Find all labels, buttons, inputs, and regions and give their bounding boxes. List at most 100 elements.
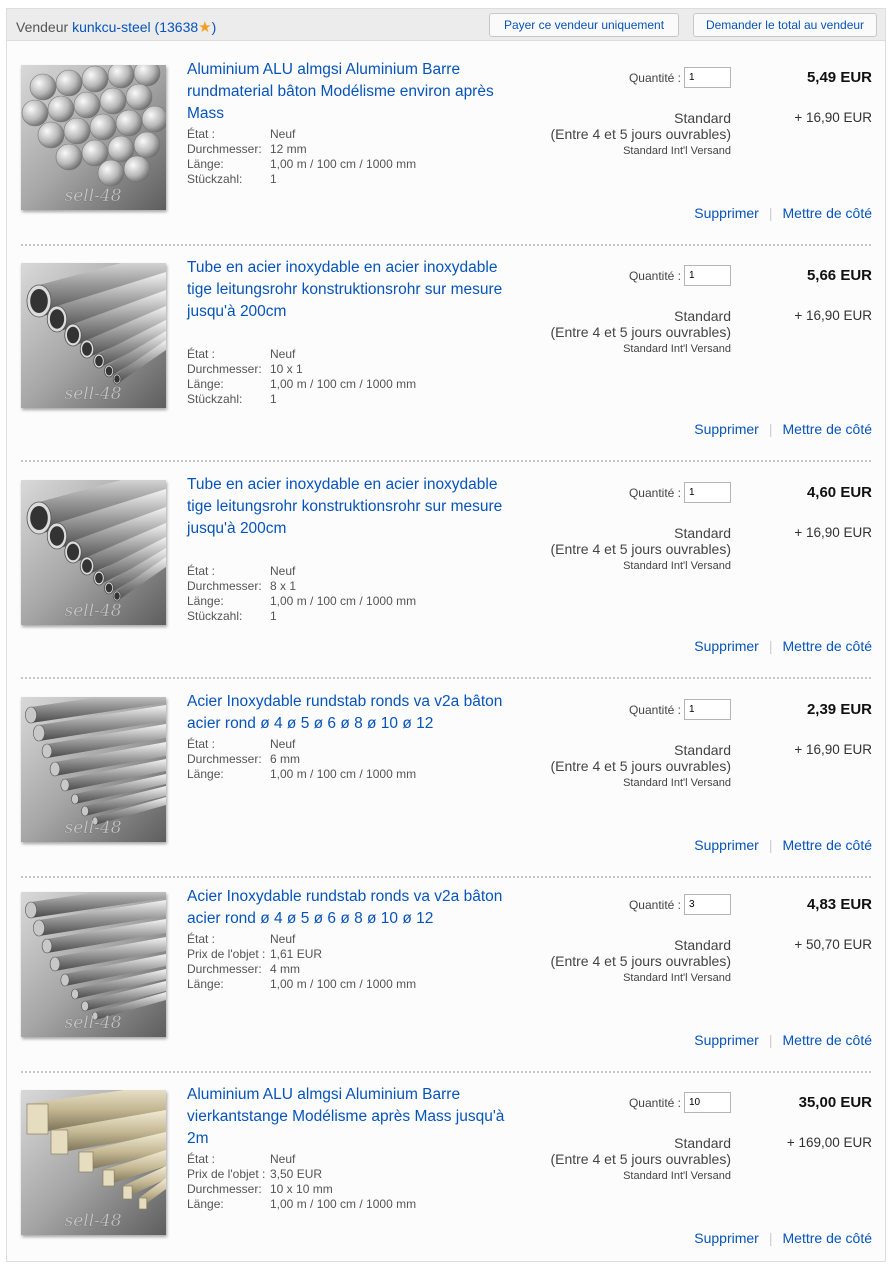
remove-link[interactable]: Supprimer xyxy=(694,1230,759,1246)
shipping-info: Standard (Entre 4 et 5 jours ouvrables) … xyxy=(471,308,731,358)
quantity-input[interactable] xyxy=(684,699,731,720)
spec-label: Länge: xyxy=(187,977,224,991)
spec-value: Neuf xyxy=(270,564,296,578)
save-for-later-link[interactable]: Mettre de côté xyxy=(783,1032,873,1048)
spec-row: Durchmesser: 6 mm xyxy=(187,752,517,767)
spec-row: Durchmesser: 10 x 1 xyxy=(187,362,517,377)
cart-item: sell-48 Tube en acier inoxydable en acie… xyxy=(7,466,885,679)
square-bars-icon: sell-48 xyxy=(21,1090,166,1235)
action-separator: | xyxy=(768,421,773,437)
save-for-later-link[interactable]: Mettre de côté xyxy=(783,837,873,853)
quantity-input[interactable] xyxy=(684,1092,731,1113)
spec-row: Länge: 1,00 m / 100 cm / 1000 mm xyxy=(187,1197,517,1212)
item-title-link[interactable]: Tube en acier inoxydable en acier inoxyd… xyxy=(187,474,507,540)
item-thumbnail[interactable]: sell-48 xyxy=(21,480,166,625)
item-thumbnail[interactable]: sell-48 xyxy=(21,263,166,408)
quantity-input[interactable] xyxy=(684,67,731,88)
svg-text:sell-48: sell-48 xyxy=(64,186,121,206)
remove-link[interactable]: Supprimer xyxy=(694,837,759,853)
item-title-link[interactable]: Acier Inoxydable rundstab ronds va v2a b… xyxy=(187,691,507,735)
spec-row: Durchmesser: 4 mm xyxy=(187,962,517,977)
spec-value: 1 xyxy=(270,392,277,406)
seller-feedback-close: ) xyxy=(211,19,217,35)
spec-row: Länge: 1,00 m / 100 cm / 1000 mm xyxy=(187,594,517,609)
quantity-input[interactable] xyxy=(684,482,731,503)
spec-value: 1 xyxy=(270,609,277,623)
item-actions: Supprimer | Mettre de côté xyxy=(694,1032,872,1048)
shipping-intl: Standard Int'l Versand xyxy=(623,972,731,984)
save-for-later-link[interactable]: Mettre de côté xyxy=(783,421,873,437)
remove-link[interactable]: Supprimer xyxy=(694,205,759,221)
shipping-days: (Entre 4 et 5 jours ouvrables) xyxy=(550,324,731,340)
item-thumbnail[interactable]: sell-48 xyxy=(21,65,166,210)
shipping-method: Standard xyxy=(674,1135,731,1151)
item-divider xyxy=(21,677,871,679)
spec-row: État : Neuf xyxy=(187,737,517,752)
action-separator: | xyxy=(768,837,773,853)
item-title-link[interactable]: Aluminium ALU almgsi Aluminium Barre run… xyxy=(187,59,507,125)
item-thumbnail[interactable]: sell-48 xyxy=(21,697,166,842)
spec-label: État : xyxy=(187,564,216,578)
spec-value: 3,50 EUR xyxy=(270,1167,323,1181)
seller-cart-section: Vendeur kunkcu-steel (13638★) Payer ce v… xyxy=(6,8,886,1262)
shipping-info: Standard (Entre 4 et 5 jours ouvrables) … xyxy=(471,937,731,987)
remove-link[interactable]: Supprimer xyxy=(694,638,759,654)
item-title-link[interactable]: Acier Inoxydable rundstab ronds va v2a b… xyxy=(187,886,507,930)
seller-header: Vendeur kunkcu-steel (13638★) Payer ce v… xyxy=(7,9,885,41)
shipping-info: Standard (Entre 4 et 5 jours ouvrables) … xyxy=(471,110,731,160)
item-actions: Supprimer | Mettre de côté xyxy=(694,837,872,853)
request-total-button[interactable]: Demander le total au vendeur xyxy=(693,13,877,37)
spec-label: État : xyxy=(187,1152,216,1166)
item-title-link[interactable]: Aluminium ALU almgsi Aluminium Barre vie… xyxy=(187,1084,507,1150)
shipping-info: Standard (Entre 4 et 5 jours ouvrables) … xyxy=(471,742,731,792)
spec-label: Stückzahl: xyxy=(187,609,243,623)
seller-name-link[interactable]: kunkcu-steel xyxy=(72,19,151,35)
shipping-intl: Standard Int'l Versand xyxy=(623,560,731,572)
tubes-icon: sell-48 xyxy=(21,263,166,408)
shipping-cost: + 16,90 EUR xyxy=(794,308,872,323)
spec-row: Länge: 1,00 m / 100 cm / 1000 mm xyxy=(187,157,517,172)
item-actions: Supprimer | Mettre de côté xyxy=(694,638,872,654)
item-thumbnail[interactable]: sell-48 xyxy=(21,1090,166,1235)
spec-value: 1,61 EUR xyxy=(270,947,323,961)
spec-value: 8 x 1 xyxy=(270,579,297,593)
remove-link[interactable]: Supprimer xyxy=(694,421,759,437)
remove-link[interactable]: Supprimer xyxy=(694,1032,759,1048)
item-specs: État : Neuf Durchmesser: 12 mm Länge: 1,00 m … xyxy=(187,127,517,187)
spec-label: Länge: xyxy=(187,377,224,391)
spec-row: État : Neuf xyxy=(187,1152,517,1167)
shipping-method: Standard xyxy=(674,110,731,126)
spec-value: 1,00 m / 100 cm / 1000 mm xyxy=(270,1197,417,1211)
shipping-days: (Entre 4 et 5 jours ouvrables) xyxy=(550,758,731,774)
action-separator: | xyxy=(768,205,773,221)
seller-feedback-score[interactable]: (13638 xyxy=(155,19,199,35)
save-for-later-link[interactable]: Mettre de côté xyxy=(783,638,873,654)
spec-value: 1,00 m / 100 cm / 1000 mm xyxy=(270,377,417,391)
quantity-label: Quantité : xyxy=(628,1096,681,1110)
cart-item: sell-48 Aluminium ALU almgsi Aluminium B… xyxy=(7,1076,885,1266)
spec-row: État : Neuf xyxy=(187,932,517,947)
save-for-later-link[interactable]: Mettre de côté xyxy=(783,1230,873,1246)
item-title-link[interactable]: Tube en acier inoxydable en acier inoxyd… xyxy=(187,257,507,323)
quantity-input[interactable] xyxy=(684,894,731,915)
quantity-input[interactable] xyxy=(684,265,731,286)
spec-label: Länge: xyxy=(187,767,224,781)
item-specs: État : Neuf Prix de l'objet :3,50 EUR Durch… xyxy=(187,1152,517,1212)
spec-value: Neuf xyxy=(270,1152,296,1166)
spec-label: État : xyxy=(187,932,216,946)
action-separator: | xyxy=(768,1032,773,1048)
pay-seller-only-button[interactable]: Payer ce vendeur uniquement xyxy=(489,13,679,37)
spec-row: Durchmesser: 12 mm xyxy=(187,142,517,157)
svg-text:sell-48: sell-48 xyxy=(64,384,121,404)
save-for-later-link[interactable]: Mettre de côté xyxy=(783,205,873,221)
item-specs: État : Neuf Durchmesser: 10 x 1 Länge: 1,00 m… xyxy=(187,347,517,407)
spec-label: Durchmesser: xyxy=(187,752,262,766)
item-price: 2,39 EUR xyxy=(806,701,872,718)
spec-row: Prix de l'objet : 1,61 EUR xyxy=(187,947,517,962)
spec-value: 1,00 m / 100 cm / 1000 mm xyxy=(270,594,417,608)
spec-value: 10 x 10 mm xyxy=(270,1182,333,1196)
item-thumbnail[interactable]: sell-48 xyxy=(21,892,166,1037)
item-price: 4,60 EUR xyxy=(806,484,872,501)
item-actions: Supprimer | Mettre de côté xyxy=(694,1230,872,1246)
shipping-cost: + 16,90 EUR xyxy=(794,110,872,125)
